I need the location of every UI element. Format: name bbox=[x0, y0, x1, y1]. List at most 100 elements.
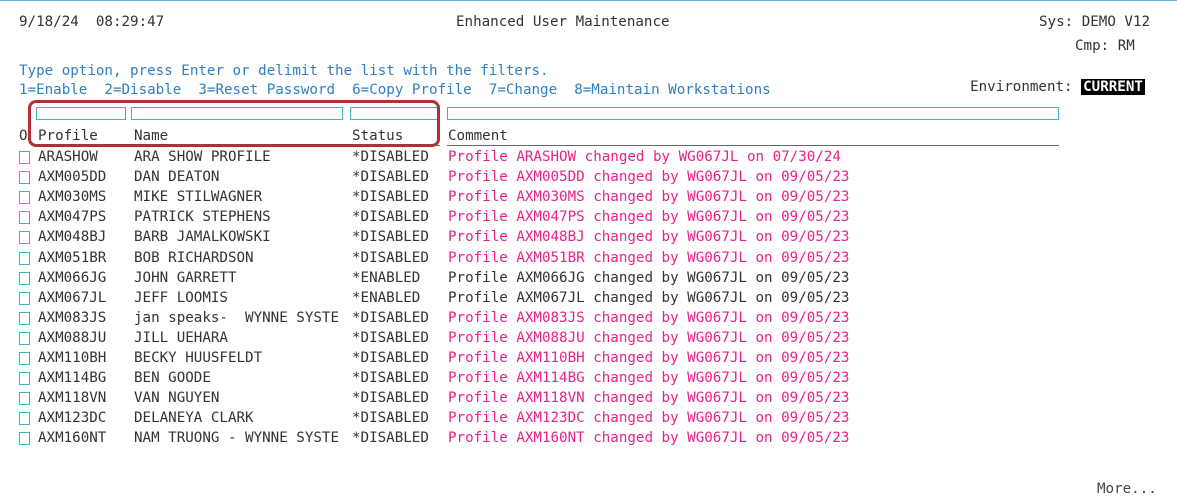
option-input[interactable] bbox=[19, 291, 30, 305]
name-cell: JOHN GARRETT bbox=[134, 269, 237, 286]
table-row: AXM123DC DELANEYA CLARK *DISABLED Profile A… bbox=[0, 408, 1177, 428]
status-cell: *DISABLED bbox=[352, 430, 429, 447]
table-row: AXM160NT NAM TRUONG - WYNNE SYSTE *DISABLE… bbox=[0, 428, 1177, 448]
table-row: AXM118VN VAN NGUYEN *DISABLED Profile AXM11… bbox=[0, 388, 1177, 408]
status-cell: *DISABLED bbox=[352, 390, 429, 407]
status-cell: *ENABLED bbox=[352, 269, 421, 286]
option-input[interactable] bbox=[19, 331, 30, 345]
header-underline bbox=[350, 145, 440, 146]
profile-cell: AXM005DD bbox=[38, 169, 107, 186]
name-cell: NAM TRUONG - WYNNE SYSTE bbox=[134, 430, 339, 447]
name-cell: MIKE STILWAGNER bbox=[134, 189, 263, 206]
option-input[interactable] bbox=[19, 191, 30, 205]
comment-cell: Profile AXM114BG changed by WG067JL on 0… bbox=[448, 370, 850, 387]
environment-label-text: Environment: bbox=[970, 79, 1073, 95]
option-input[interactable] bbox=[19, 352, 30, 365]
name-cell: BEN GOODE bbox=[134, 370, 211, 387]
name-cell: JILL UEHARA bbox=[134, 329, 228, 346]
profile-cell: AXM083JS bbox=[38, 309, 107, 326]
table-row: AXM047PS PATRICK STEPHENS *DISABLED Profile… bbox=[0, 207, 1177, 227]
status-cell: *DISABLED bbox=[352, 329, 429, 346]
profile-cell: ARASHOW bbox=[38, 149, 98, 165]
column-header-comment: Comment bbox=[448, 128, 508, 144]
comment-cell: Profile AXM083JS changed by WG067JL on 0… bbox=[448, 309, 850, 326]
option-input[interactable] bbox=[19, 372, 30, 386]
header-underline bbox=[36, 145, 126, 146]
option-legend: 1=Enable 2=Disable 3=Reset Password 6=Co… bbox=[19, 82, 771, 98]
status-cell: *ENABLED bbox=[352, 289, 421, 306]
name-cell: JEFF LOOMIS bbox=[134, 289, 228, 306]
comment-cell: Profile AXM030MS changed by WG067JL on 0… bbox=[448, 189, 850, 206]
option-input[interactable] bbox=[19, 412, 30, 426]
profile-cell: AXM110BH bbox=[38, 350, 107, 366]
profile-cell: AXM123DC bbox=[38, 410, 107, 427]
name-cell: VAN NGUYEN bbox=[134, 390, 220, 407]
option-input[interactable] bbox=[19, 251, 30, 265]
table-row: AXM030MS MIKE STILWAGNER *DISABLED Profile … bbox=[0, 187, 1177, 207]
top-border bbox=[0, 0, 1177, 1]
profile-cell: AXM067JL bbox=[38, 289, 107, 306]
name-cell: ARA SHOW PROFILE bbox=[134, 149, 271, 165]
column-header-opt: O bbox=[19, 128, 28, 144]
status-cell: *DISABLED bbox=[352, 149, 429, 165]
option-input[interactable] bbox=[19, 211, 30, 225]
table-row: AXM005DD DAN DEATON *DISABLED Profile AXM00… bbox=[0, 167, 1177, 187]
profile-cell: AXM160NT bbox=[38, 430, 107, 447]
table-row: AXM114BG BEN GOODE *DISABLED Profile AXM114… bbox=[0, 368, 1177, 388]
option-input[interactable] bbox=[19, 311, 30, 325]
profile-cell: AXM114BG bbox=[38, 370, 107, 387]
profile-cell: AXM047PS bbox=[38, 209, 107, 226]
status-cell: *DISABLED bbox=[352, 169, 429, 186]
status-cell: *DISABLED bbox=[352, 189, 429, 206]
name-cell: jan speaks- WYNNE SYSTE bbox=[134, 309, 339, 326]
system-info: Sys: DEMO V12 bbox=[1039, 14, 1151, 30]
profile-cell: AXM088JU bbox=[38, 329, 107, 346]
name-cell: BARB JAMALKOWSKI bbox=[134, 229, 271, 246]
more-indicator: More... bbox=[1097, 481, 1157, 497]
comment-cell: Profile AXM066JG changed by WG067JL on 0… bbox=[448, 269, 850, 286]
profile-filter-input[interactable] bbox=[36, 107, 126, 120]
status-cell: *DISABLED bbox=[352, 249, 429, 266]
company-info: Cmp: RM bbox=[1075, 38, 1135, 54]
header-underline bbox=[131, 145, 343, 146]
option-input[interactable] bbox=[19, 392, 30, 406]
table-row: AXM066JG JOHN GARRETT *ENABLED Profile AXM0… bbox=[0, 268, 1177, 288]
option-input[interactable] bbox=[19, 271, 30, 285]
header-underline bbox=[447, 145, 1059, 146]
name-cell: DAN DEATON bbox=[134, 169, 220, 186]
profile-cell: AXM118VN bbox=[38, 390, 107, 407]
name-cell: PATRICK STEPHENS bbox=[134, 209, 271, 226]
screen-title: Enhanced User Maintenance bbox=[456, 14, 670, 30]
name-cell: DELANEYA CLARK bbox=[134, 410, 254, 427]
option-input[interactable] bbox=[19, 171, 30, 185]
table-row: AXM067JL JEFF LOOMIS *ENABLED Profile AXM06… bbox=[0, 288, 1177, 308]
profile-cell: AXM048BJ bbox=[38, 229, 107, 246]
comment-cell: Profile AXM051BR changed by WG067JL on 0… bbox=[448, 249, 850, 266]
comment-cell: Profile AXM005DD changed by WG067JL on 0… bbox=[448, 169, 850, 186]
comment-cell: Profile AXM123DC changed by WG067JL on 0… bbox=[448, 410, 850, 427]
option-input[interactable] bbox=[19, 432, 30, 446]
comment-cell: Profile AXM160NT changed by WG067JL on 0… bbox=[448, 430, 850, 447]
option-input[interactable] bbox=[19, 231, 30, 245]
comment-cell: Profile AXM047PS changed by WG067JL on 0… bbox=[448, 209, 850, 226]
table-row: AXM048BJ BARB JAMALKOWSKI *DISABLED Profile… bbox=[0, 227, 1177, 247]
comment-cell: Profile AXM067JL changed by WG067JL on 0… bbox=[448, 289, 850, 306]
option-input[interactable] bbox=[19, 151, 30, 164]
column-header-status: Status bbox=[352, 128, 404, 144]
status-cell: *DISABLED bbox=[352, 350, 429, 366]
comment-cell: Profile AXM110BH changed by WG067JL on 0… bbox=[448, 350, 850, 366]
comment-cell: Profile AXM118VN changed by WG067JL on 0… bbox=[448, 390, 850, 407]
status-cell: *DISABLED bbox=[352, 410, 429, 427]
instruction-text: Type option, press Enter or delimit the … bbox=[19, 63, 549, 79]
column-header-profile: Profile bbox=[38, 128, 98, 144]
profile-cell: AXM051BR bbox=[38, 249, 107, 266]
datetime: 9/18/24 08:29:47 bbox=[19, 14, 165, 30]
table-row: ARASHOW ARA SHOW PROFILE *DISABLED Profile … bbox=[0, 147, 1177, 167]
column-header-name: Name bbox=[134, 128, 169, 144]
name-cell: BOB RICHARDSON bbox=[134, 249, 254, 266]
name-filter-input[interactable] bbox=[131, 107, 343, 120]
table-row: AXM088JU JILL UEHARA *DISABLED Profile AXM0… bbox=[0, 328, 1177, 348]
table-row: AXM083JS jan speaks- WYNNE SYSTE *DISABLED… bbox=[0, 308, 1177, 328]
status-filter-input[interactable] bbox=[350, 107, 440, 120]
comment-filter-input[interactable] bbox=[447, 107, 1059, 120]
